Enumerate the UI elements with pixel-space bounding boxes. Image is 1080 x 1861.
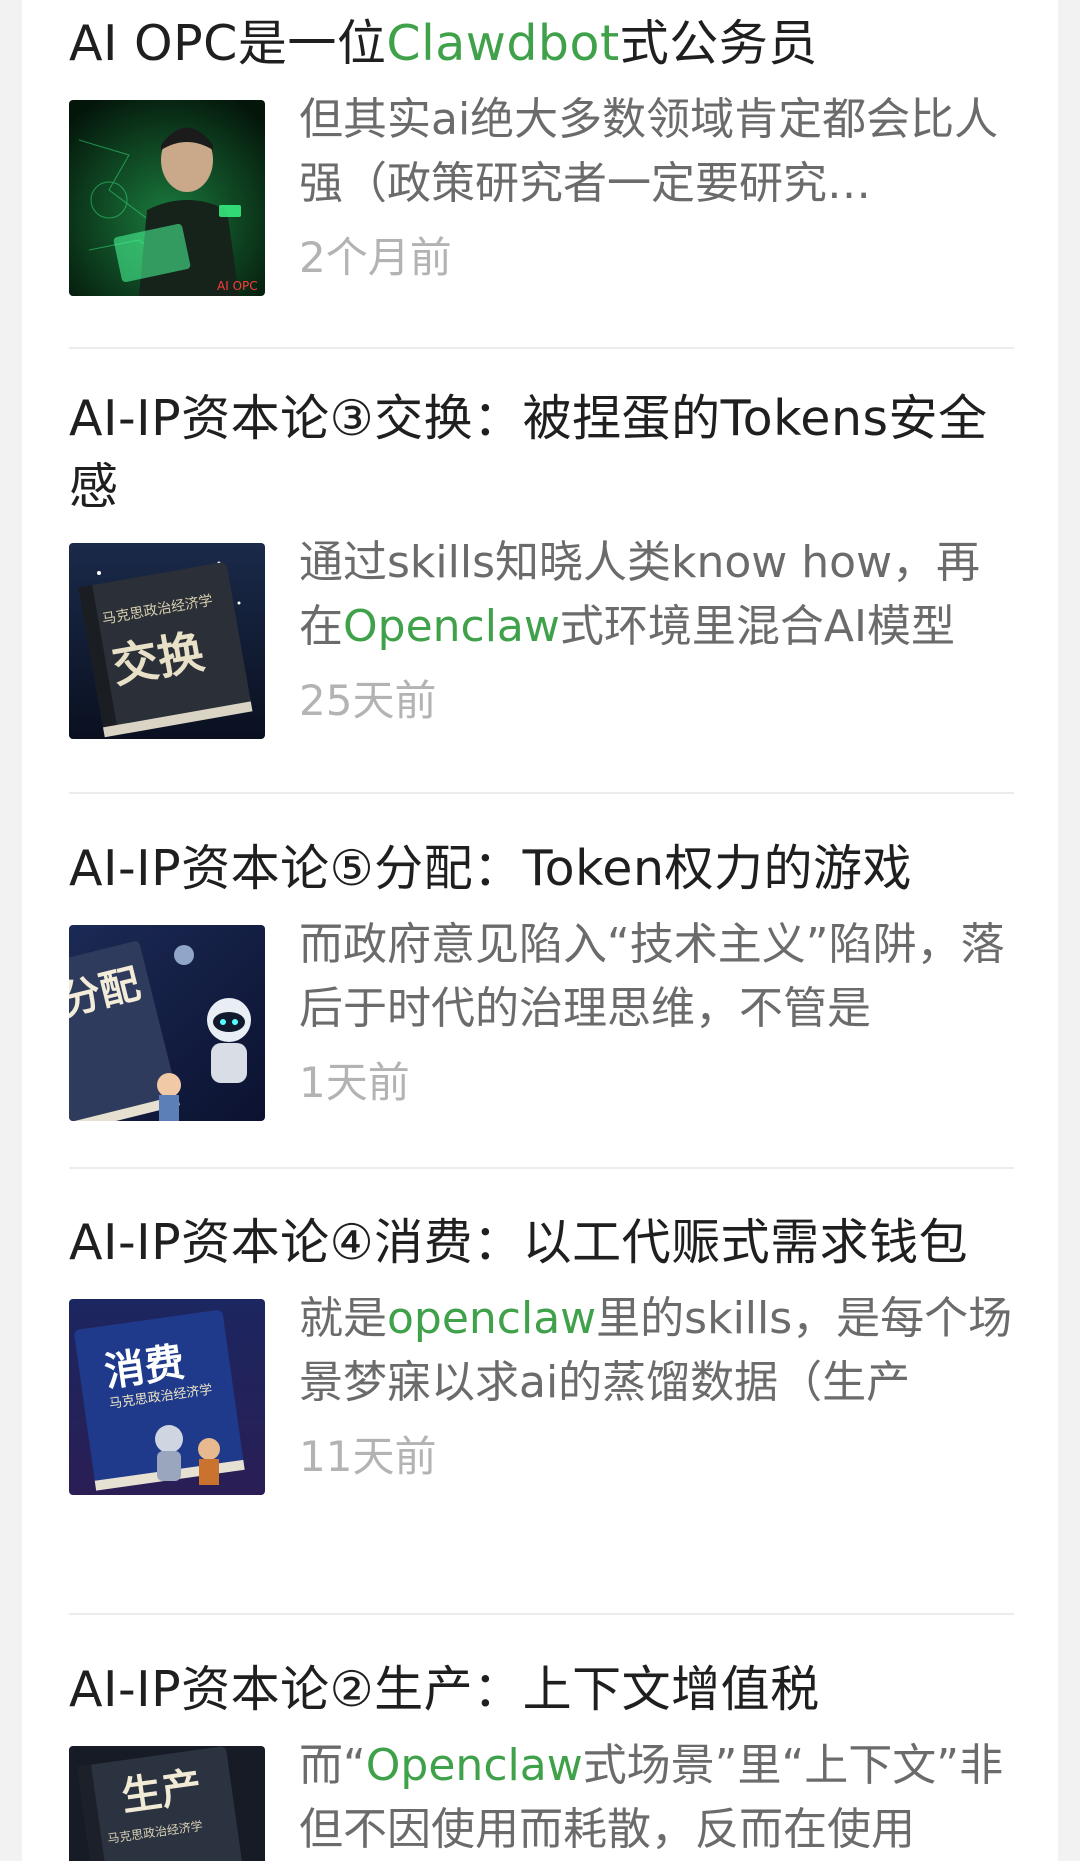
- article-thumbnail[interactable]: 生产 马克思政治经济学: [69, 1746, 265, 1861]
- article-list: AI OPC是一位Clawdbot式公务员 AI OPC 但其实ai绝大多数领域…: [22, 0, 1058, 1861]
- article-title[interactable]: AI-IP资本论⑤分配：Token权力的游戏: [69, 835, 1014, 903]
- article-time: 2个月前: [299, 233, 452, 282]
- article-time: 1天前: [299, 1058, 410, 1107]
- title-text-1: AI OPC是一位: [69, 15, 387, 72]
- book-exchange-thumbnail-icon: 马克思政治经济学 交换: [69, 543, 265, 739]
- thumb-label: AI OPC: [217, 279, 258, 293]
- divider: [69, 1613, 1014, 1615]
- summary-text: 而政府意见陷入“技术主义”陷阱，落后于时代的治理思维，不管是: [299, 919, 1005, 1034]
- article-time: 25天前: [299, 676, 437, 725]
- article-item[interactable]: AI-IP资本论②生产：上下文增值税 生产 马克思政治经济学 而“Opencla…: [69, 1656, 1014, 1861]
- article-thumbnail[interactable]: 分配: [69, 925, 265, 1121]
- article-time: 11天前: [299, 1432, 437, 1481]
- article-summary: 就是openclaw里的skills，是每个场景梦寐以求ai的蒸馏数据（生产: [299, 1287, 1014, 1415]
- divider: [69, 1167, 1014, 1169]
- article-thumbnail[interactable]: AI OPC: [69, 100, 265, 296]
- article-item[interactable]: AI-IP资本论③交换：被捏蛋的Tokens安全感 马克思政治经济学 交换 通过…: [69, 385, 1014, 739]
- article-summary: 而“Openclaw式场景”里“上下文”非但不因使用而耗散，反而在使用: [299, 1734, 1014, 1861]
- divider: [69, 347, 1014, 349]
- article-title[interactable]: AI-IP资本论④消费：以工代赈式需求钱包: [69, 1209, 1014, 1277]
- summary-text: 但其实ai绝大多数领域肯定都会比人强（政策研究者一定要研究: [299, 94, 999, 209]
- article-item[interactable]: AI-IP资本论⑤分配：Token权力的游戏 分配 而政府意见陷入“技术主义”陷…: [69, 835, 1014, 1121]
- article-title[interactable]: AI-IP资本论③交换：被捏蛋的Tokens安全感: [69, 385, 1014, 521]
- article-title[interactable]: AI-IP资本论②生产：上下文增值税: [69, 1656, 1014, 1724]
- article-thumbnail[interactable]: 消费 马克思政治经济学: [69, 1299, 265, 1495]
- title-highlight: Clawdbot: [386, 15, 620, 72]
- article-title[interactable]: AI OPC是一位Clawdbot式公务员: [69, 10, 1014, 78]
- article-summary: 通过skills知晓人类know how，再在Openclaw式环境里混合AI模…: [299, 531, 1014, 659]
- article-summary: 而政府意见陷入“技术主义”陷阱，落后于时代的治理思维，不管是: [299, 913, 1014, 1041]
- summary-text: 就是: [299, 1293, 387, 1344]
- article-summary: 但其实ai绝大多数领域肯定都会比人强（政策研究者一定要研究claude）: [299, 88, 1014, 216]
- summary-text-end: 式环境里混合AI模型: [559, 601, 955, 652]
- book-distribution-thumbnail-icon: 分配: [69, 925, 265, 1121]
- summary-highlight: Openclaw: [343, 601, 560, 652]
- article-item[interactable]: AI OPC是一位Clawdbot式公务员 AI OPC 但其实ai绝大多数领域…: [69, 10, 1014, 296]
- divider: [69, 792, 1014, 794]
- article-item[interactable]: AI-IP资本论④消费：以工代赈式需求钱包 消费 马克思政治经济学 就是open…: [69, 1209, 1014, 1495]
- summary-text: 而“: [299, 1740, 366, 1791]
- title-text-2: 式公务员: [619, 15, 818, 72]
- summary-highlight: Openclaw: [365, 1740, 583, 1791]
- book-production-thumbnail-icon: 生产 马克思政治经济学: [69, 1746, 265, 1861]
- summary-highlight: openclaw: [387, 1293, 597, 1344]
- article-thumbnail[interactable]: 马克思政治经济学 交换: [69, 543, 265, 739]
- man-with-tablet-thumbnail-icon: AI OPC: [69, 100, 265, 296]
- book-consumption-thumbnail-icon: 消费 马克思政治经济学: [69, 1299, 265, 1495]
